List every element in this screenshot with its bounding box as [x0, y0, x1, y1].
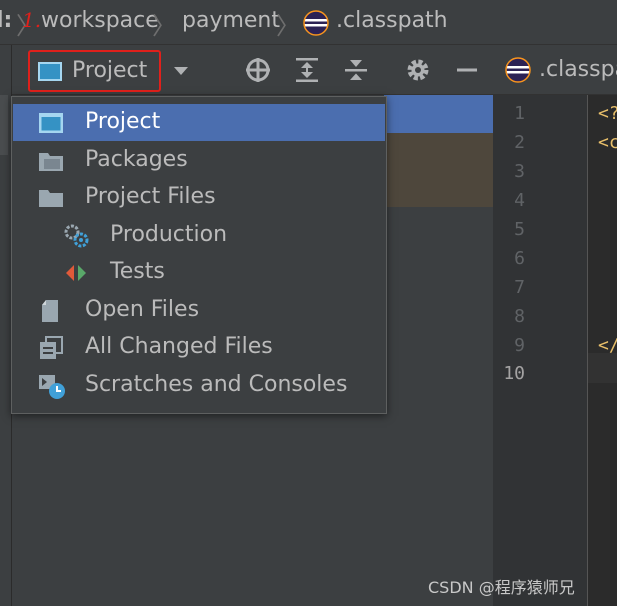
code-line-2: <c — [598, 132, 617, 153]
project-view-icon — [38, 62, 62, 81]
expand-all-icon[interactable] — [292, 55, 322, 85]
annotation-number: 1. — [22, 8, 42, 32]
locate-icon[interactable] — [243, 55, 273, 85]
menu-item-scratches-and-consoles[interactable]: Scratches and Consoles — [13, 367, 385, 404]
project-view-label: Project — [72, 58, 148, 83]
menu-item-project[interactable]: Project — [13, 104, 385, 141]
menu-item-label: Production — [110, 222, 228, 247]
editor-area: .classpa 1 2 3 4 5 6 7 8 9 10 <? <c </ — [493, 45, 617, 606]
breadcrumb-partial: l: — [0, 8, 13, 33]
editor-tab-classpath[interactable]: .classpa — [493, 45, 617, 95]
line-number: 3 — [514, 161, 525, 182]
eclipse-file-icon — [505, 57, 531, 87]
menu-item-production[interactable]: Production — [13, 217, 385, 254]
line-number: 1 — [514, 103, 525, 124]
code-line-9: </ — [598, 335, 617, 356]
project-toolbar: Project — [12, 45, 493, 95]
tree-highlighted-rows[interactable] — [384, 133, 493, 207]
menu-item-label: Tests — [110, 259, 165, 284]
breadcrumb: l: 〉 1. workspace 〉 payment 〉 .classpath — [0, 0, 617, 45]
menu-item-tests[interactable]: Tests — [13, 254, 385, 291]
line-number-gutter: 1 2 3 4 5 6 7 8 9 10 — [493, 95, 588, 606]
menu-item-label: Packages — [85, 147, 188, 172]
menu-item-all-changed-files[interactable]: All Changed Files — [13, 329, 385, 366]
tool-window-tab[interactable] — [0, 95, 8, 155]
changed-files-icon — [38, 336, 64, 360]
breadcrumb-separator: 〉 — [152, 12, 176, 40]
scratches-icon — [38, 374, 65, 399]
menu-item-label: Scratches and Consoles — [85, 372, 348, 397]
open-files-icon — [38, 299, 64, 323]
line-number: 7 — [514, 277, 525, 298]
breadcrumb-item-classpath[interactable]: .classpath — [336, 8, 448, 33]
project-view-selector[interactable]: Project — [28, 50, 161, 92]
minimize-icon[interactable] — [452, 55, 482, 85]
menu-item-project-files[interactable]: Project Files — [13, 179, 385, 216]
breadcrumb-separator: 〉 — [276, 12, 300, 40]
watermark: CSDN @程序猿师兄 — [428, 578, 575, 597]
menu-item-label: All Changed Files — [85, 334, 273, 359]
folder-icon — [38, 186, 64, 210]
line-number: 2 — [514, 132, 525, 153]
breadcrumb-item-payment[interactable]: payment — [182, 8, 280, 33]
line-number: 8 — [514, 306, 525, 327]
production-gears-icon — [63, 224, 89, 248]
line-number: 5 — [514, 219, 525, 240]
project-view-menu: Project Packages Project Files Productio… — [11, 96, 387, 414]
dropdown-arrow-icon[interactable] — [166, 55, 196, 85]
gear-icon[interactable] — [403, 55, 433, 85]
project-view-icon — [38, 111, 64, 135]
packages-folder-icon — [38, 149, 64, 173]
line-number: 4 — [514, 190, 525, 211]
line-number-current: 10 — [503, 363, 525, 384]
breadcrumb-item-workspace[interactable]: workspace — [41, 8, 159, 33]
menu-item-label: Project — [85, 109, 161, 134]
menu-item-packages[interactable]: Packages — [13, 142, 385, 179]
tree-selected-row[interactable] — [384, 95, 493, 133]
code-line-1: <? — [598, 103, 617, 124]
menu-item-label: Open Files — [85, 297, 200, 322]
code-area[interactable]: <? <c </ — [588, 95, 617, 606]
tests-icon — [63, 261, 89, 285]
line-number: 9 — [514, 335, 525, 356]
eclipse-file-icon — [303, 10, 329, 40]
line-number: 6 — [514, 248, 525, 269]
editor-tab-label: .classpa — [539, 57, 617, 82]
menu-item-open-files[interactable]: Open Files — [13, 292, 385, 329]
menu-item-label: Project Files — [85, 184, 216, 209]
collapse-all-icon[interactable] — [341, 55, 371, 85]
